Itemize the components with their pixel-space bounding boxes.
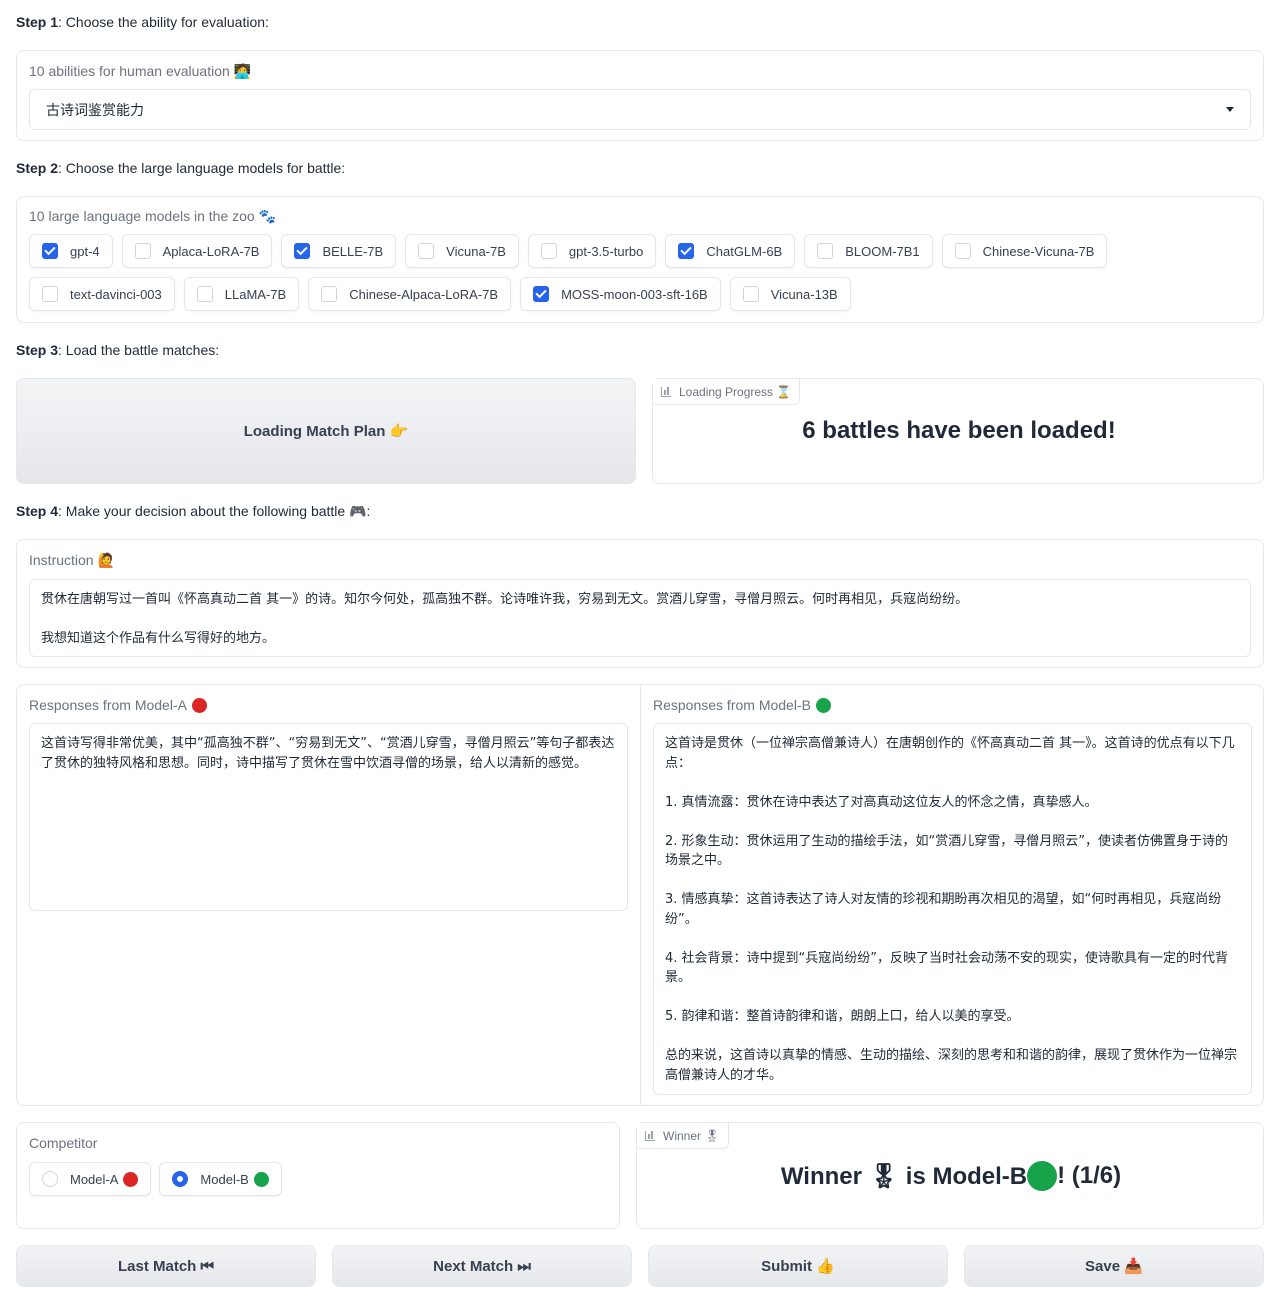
step4-heading: Step 4: Make your decision about the fol… [16,503,371,519]
winner-panel: Winner 🎖 Winner 🎖 is Model-B ! (1/6) [636,1122,1264,1229]
radio-selected-icon[interactable] [172,1171,189,1187]
next-match-button[interactable]: Next Match ⏭ [332,1245,632,1287]
model-checkbox-group: gpt-4 Aplaca-LoRA-7B BELLE-7B Vicuna-7B gpt-… [29,234,1229,311]
model-checkbox-label: gpt-3.5-turbo [568,243,644,259]
red-circle-icon [123,1171,139,1187]
model-checkbox-bloom-7b1[interactable]: BLOOM-7B1 [804,234,933,268]
ability-selected-value: 古诗词鉴赏能力 [46,101,144,118]
model-checkbox-aplaca-lora-7b[interactable]: Aplaca-LoRA-7B [121,234,273,268]
ability-dropdown[interactable]: 古诗词鉴赏能力 [29,89,1251,130]
save-button[interactable]: Save 📥 [964,1245,1264,1287]
instruction-panel: Instruction 🙋 贯休在唐朝写过一首叫《怀高真动二首 其一》的诗。知尔… [16,539,1264,668]
model-checkbox-label: LLaMA-7B [224,286,287,302]
model-checkbox-gpt-3-5-turbo[interactable]: gpt-3.5-turbo [527,234,657,268]
model-checkbox-label: Chinese-Vicuna-7B [982,243,1095,259]
competitor-option-model-b[interactable]: Model-B [159,1162,282,1196]
model-checkbox-label: MOSS-moon-003-sft-16B [561,286,708,302]
model-a-label: Responses from Model-A [29,697,207,713]
model-checkbox-gpt-4[interactable]: gpt-4 [29,234,113,268]
checkbox-unchecked-icon[interactable] [418,243,435,259]
progress-badge: Loading Progress ⌛ [653,379,801,405]
abilities-label: 10 abilities for human evaluation 🧑‍💻 [29,63,252,79]
step3-heading: Step 3: Load the battle matches: [16,342,220,358]
model-checkbox-belle-7b[interactable]: BELLE-7B [281,234,397,268]
checkbox-unchecked-icon[interactable] [540,243,557,259]
model-checkbox-label: BLOOM-7B1 [845,243,920,259]
model-a-response[interactable]: 这首诗写得非常优美，其中“孤高独不群”、“穷易到无文”、“赏酒儿穿雪，寻僧月照云… [29,723,628,911]
model-checkbox-vicuna-7b[interactable]: Vicuna-7B [405,234,519,268]
load-match-plan-button[interactable]: Loading Match Plan 👉 [16,378,636,484]
checkbox-unchecked-icon[interactable] [817,243,834,259]
model-checkbox-label: Vicuna-7B [446,243,506,259]
checkbox-unchecked-icon[interactable] [954,243,971,259]
chart-icon [661,386,671,397]
checkbox-checked-icon[interactable] [42,243,58,259]
submit-button[interactable]: Submit 👍 [648,1245,948,1287]
competitor-option-model-a[interactable]: Model-A [29,1162,152,1196]
checkbox-unchecked-icon[interactable] [321,286,338,302]
model-checkbox-text-davinci-003[interactable]: text-davinci-003 [29,277,175,311]
progress-panel: Loading Progress ⌛ 6 battles have been l… [652,378,1264,484]
model-checkbox-chinese-alpaca-lora-7b[interactable]: Chinese-Alpaca-LoRA-7B [308,277,512,311]
checkbox-checked-icon[interactable] [294,243,311,259]
model-checkbox-llama-7b[interactable]: LLaMA-7B [183,277,300,311]
winner-text: Winner 🎖 is Model-B ! (1/6) [780,1161,1122,1191]
model-checkbox-chinese-vicuna-7b[interactable]: Chinese-Vicuna-7B [941,234,1108,268]
last-match-button[interactable]: Last Match ⏮ [16,1245,316,1287]
model-b-response[interactable]: 这首诗是贯休（一位禅宗高僧兼诗人）在唐朝创作的《怀高真动二首 其一》。这首诗的优… [653,723,1252,1095]
progress-text: 6 battles have been loaded! [802,417,1116,444]
red-circle-icon [191,697,207,713]
model-checkbox-moss-moon-003-sft-16b[interactable]: MOSS-moon-003-sft-16B [520,277,721,311]
checkbox-unchecked-icon[interactable] [42,286,58,302]
instruction-textarea[interactable]: 贯休在唐朝写过一首叫《怀高真动二首 其一》的诗。知尔今何处，孤高独不群。论诗唯许… [29,579,1251,657]
chevron-down-icon [1226,107,1234,112]
competitor-label: Competitor [29,1135,98,1151]
model-checkbox-label: Vicuna-13B [770,286,838,302]
model-checkbox-label: ChatGLM-6B [706,243,783,259]
checkbox-unchecked-icon[interactable] [134,243,151,259]
competitor-panel: Competitor Model-A Model-B [16,1122,620,1229]
model-checkbox-label: Chinese-Alpaca-LoRA-7B [349,286,499,302]
model-checkbox-chatglm-6b[interactable]: ChatGLM-6B [665,234,796,268]
competitor-option-label: Model-B [200,1171,249,1187]
winner-badge: Winner 🎖 [637,1123,729,1149]
models-panel: 10 large language models in the zoo 🐾 gp… [16,196,1264,323]
checkbox-unchecked-icon[interactable] [196,286,213,302]
responses-panel: Responses from Model-A 这首诗写得非常优美，其中“孤高独不… [16,684,1264,1106]
checkbox-checked-icon[interactable] [533,286,550,302]
instruction-label: Instruction 🙋 [29,552,115,568]
model-b-label: Responses from Model-B [653,697,831,713]
step2-heading: Step 2: Choose the large language models… [16,160,346,176]
competitor-radio-group: Model-A Model-B [29,1162,282,1196]
green-circle-icon [1027,1161,1058,1191]
abilities-panel: 10 abilities for human evaluation 🧑‍💻 古诗… [16,50,1264,141]
step1-heading: Step 1: Choose the ability for evaluatio… [16,14,269,30]
responses-divider [640,685,641,1105]
green-circle-icon [253,1171,269,1187]
model-checkbox-label: gpt-4 [70,243,100,259]
model-checkbox-vicuna-13b[interactable]: Vicuna-13B [729,277,851,311]
model-checkbox-label: text-davinci-003 [70,286,162,302]
green-circle-icon [815,697,831,713]
checkbox-unchecked-icon[interactable] [742,286,759,302]
radio-unselected-icon[interactable] [42,1171,58,1187]
chart-icon [645,1130,655,1141]
competitor-option-label: Model-A [70,1171,119,1187]
models-label: 10 large language models in the zoo 🐾 [29,208,277,224]
checkbox-checked-icon[interactable] [678,243,695,259]
model-checkbox-label: Aplaca-LoRA-7B [162,243,260,259]
model-checkbox-label: BELLE-7B [322,243,384,259]
